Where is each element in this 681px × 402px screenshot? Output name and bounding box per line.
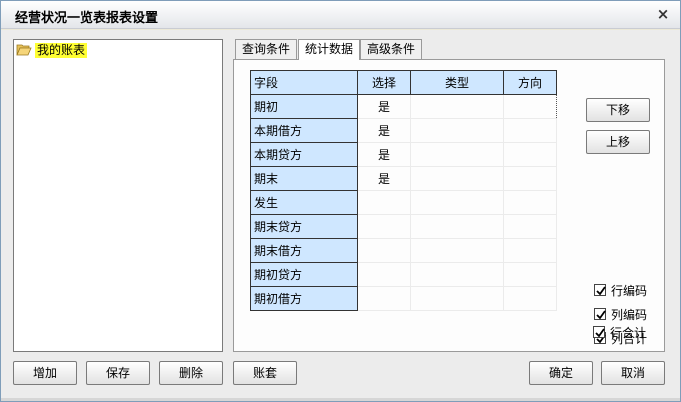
- move-down-button[interactable]: 下移: [586, 98, 650, 122]
- field-cell[interactable]: 期初借方: [250, 286, 358, 311]
- tab-label: 查询条件: [242, 42, 291, 56]
- checkbox-label: 行合计: [610, 325, 647, 340]
- direction-cell[interactable]: [503, 94, 557, 119]
- column-header-direction[interactable]: 方向: [503, 70, 557, 95]
- cancel-label: 取消: [620, 366, 645, 380]
- account-set-button[interactable]: 账套: [233, 361, 297, 385]
- type-cell[interactable]: [410, 94, 504, 119]
- delete-label: 删除: [178, 366, 203, 380]
- tab-query-conditions[interactable]: 查询条件: [235, 39, 298, 59]
- table-row[interactable]: 本期贷方 是: [250, 142, 557, 167]
- select-cell[interactable]: [357, 262, 411, 287]
- tab-statistics-data[interactable]: 统计数据: [298, 39, 361, 60]
- report-tree[interactable]: 我的账表: [13, 39, 223, 352]
- field-cell[interactable]: 本期借方: [250, 118, 358, 143]
- bottom-edge: [1, 398, 680, 401]
- type-cell[interactable]: [410, 166, 504, 191]
- add-label: 增加: [32, 366, 57, 380]
- table-row[interactable]: 期初贷方: [250, 262, 557, 287]
- field-cell[interactable]: 期末借方: [250, 238, 358, 263]
- dialog-body: 我的账表 查询条件 统计数据 高级条件 字段 选择 类型 方向 期初 是 本期借…: [1, 30, 680, 401]
- tab-advanced-conditions[interactable]: 高级条件: [360, 39, 423, 59]
- direction-cell[interactable]: [503, 118, 557, 143]
- checkbox-label: 行编码: [611, 283, 648, 298]
- table-row[interactable]: 期初借方: [250, 286, 557, 311]
- checkbox-row-code[interactable]: 行编码: [594, 282, 647, 298]
- tab-label: 统计数据: [305, 42, 354, 56]
- checkbox-checked-icon[interactable]: [594, 284, 606, 296]
- delete-button[interactable]: 删除: [159, 361, 223, 385]
- table-row[interactable]: 本期借方 是: [250, 118, 557, 143]
- select-cell[interactable]: 是: [357, 118, 411, 143]
- field-cell[interactable]: 期末贷方: [250, 214, 358, 239]
- checkbox-label: 列编码: [611, 307, 648, 322]
- select-cell[interactable]: 是: [357, 94, 411, 119]
- select-cell[interactable]: 是: [357, 166, 411, 191]
- field-cell[interactable]: 本期贷方: [250, 142, 358, 167]
- type-cell[interactable]: [410, 190, 504, 215]
- table-row[interactable]: 期末贷方: [250, 214, 557, 239]
- field-cell[interactable]: 发生: [250, 190, 358, 215]
- type-cell[interactable]: [410, 118, 504, 143]
- checkbox-row-total[interactable]: 行合计: [593, 324, 646, 340]
- direction-cell[interactable]: [503, 166, 557, 191]
- table-row[interactable]: 期末借方: [250, 238, 557, 263]
- column-header-select[interactable]: 选择: [357, 70, 411, 95]
- select-cell[interactable]: 是: [357, 142, 411, 167]
- fields-grid[interactable]: 字段 选择 类型 方向 期初 是 本期借方 是 本期贷方 是 期末 是 发生 期…: [250, 70, 557, 311]
- direction-cell[interactable]: [503, 238, 557, 263]
- select-cell[interactable]: [357, 238, 411, 263]
- type-cell[interactable]: [410, 238, 504, 263]
- save-label: 保存: [105, 366, 130, 380]
- select-cell[interactable]: [357, 286, 411, 311]
- tab-label: 高级条件: [367, 42, 416, 56]
- direction-cell[interactable]: [503, 190, 557, 215]
- account-set-label: 账套: [252, 366, 277, 380]
- tree-node-label: 我的账表: [35, 42, 88, 58]
- direction-cell[interactable]: [503, 262, 557, 287]
- title-bar: 经营状况一览表报表设置 ×: [1, 1, 680, 29]
- field-cell[interactable]: 期初: [250, 94, 358, 119]
- move-down-label: 下移: [605, 103, 630, 117]
- select-cell[interactable]: [357, 214, 411, 239]
- settings-dialog: 经营状况一览表报表设置 × 我的账表 查询条件 统计数据 高级条件 字段 选择 …: [0, 0, 681, 402]
- checkbox-checked-icon[interactable]: [594, 308, 606, 320]
- type-cell[interactable]: [410, 286, 504, 311]
- type-cell[interactable]: [410, 214, 504, 239]
- field-cell[interactable]: 期末: [250, 166, 358, 191]
- close-button[interactable]: ×: [654, 5, 672, 23]
- field-cell[interactable]: 期初贷方: [250, 262, 358, 287]
- ok-label: 确定: [548, 366, 573, 380]
- checkbox-checked-icon[interactable]: [593, 326, 605, 338]
- folder-open-icon: [16, 43, 32, 57]
- direction-cell[interactable]: [503, 142, 557, 167]
- direction-cell[interactable]: [503, 286, 557, 311]
- checkbox-column-code[interactable]: 列编码: [594, 306, 647, 322]
- grid-header-row: 字段 选择 类型 方向: [250, 70, 557, 95]
- column-header-type[interactable]: 类型: [410, 70, 504, 95]
- window-title: 经营状况一览表报表设置: [15, 11, 159, 26]
- table-row[interactable]: 期末 是: [250, 166, 557, 191]
- direction-cell[interactable]: [503, 214, 557, 239]
- tree-node-my-reports[interactable]: 我的账表: [16, 42, 88, 58]
- move-up-button[interactable]: 上移: [586, 130, 650, 154]
- statistics-panel: 字段 选择 类型 方向 期初 是 本期借方 是 本期贷方 是 期末 是 发生 期…: [233, 59, 665, 352]
- save-button[interactable]: 保存: [86, 361, 150, 385]
- type-cell[interactable]: [410, 262, 504, 287]
- table-row[interactable]: 发生: [250, 190, 557, 215]
- move-up-label: 上移: [605, 135, 630, 149]
- column-header-field[interactable]: 字段: [250, 70, 358, 95]
- ok-button[interactable]: 确定: [529, 361, 593, 385]
- cancel-button[interactable]: 取消: [601, 361, 665, 385]
- type-cell[interactable]: [410, 142, 504, 167]
- table-row[interactable]: 期初 是: [250, 94, 557, 119]
- add-button[interactable]: 增加: [13, 361, 77, 385]
- select-cell[interactable]: [357, 190, 411, 215]
